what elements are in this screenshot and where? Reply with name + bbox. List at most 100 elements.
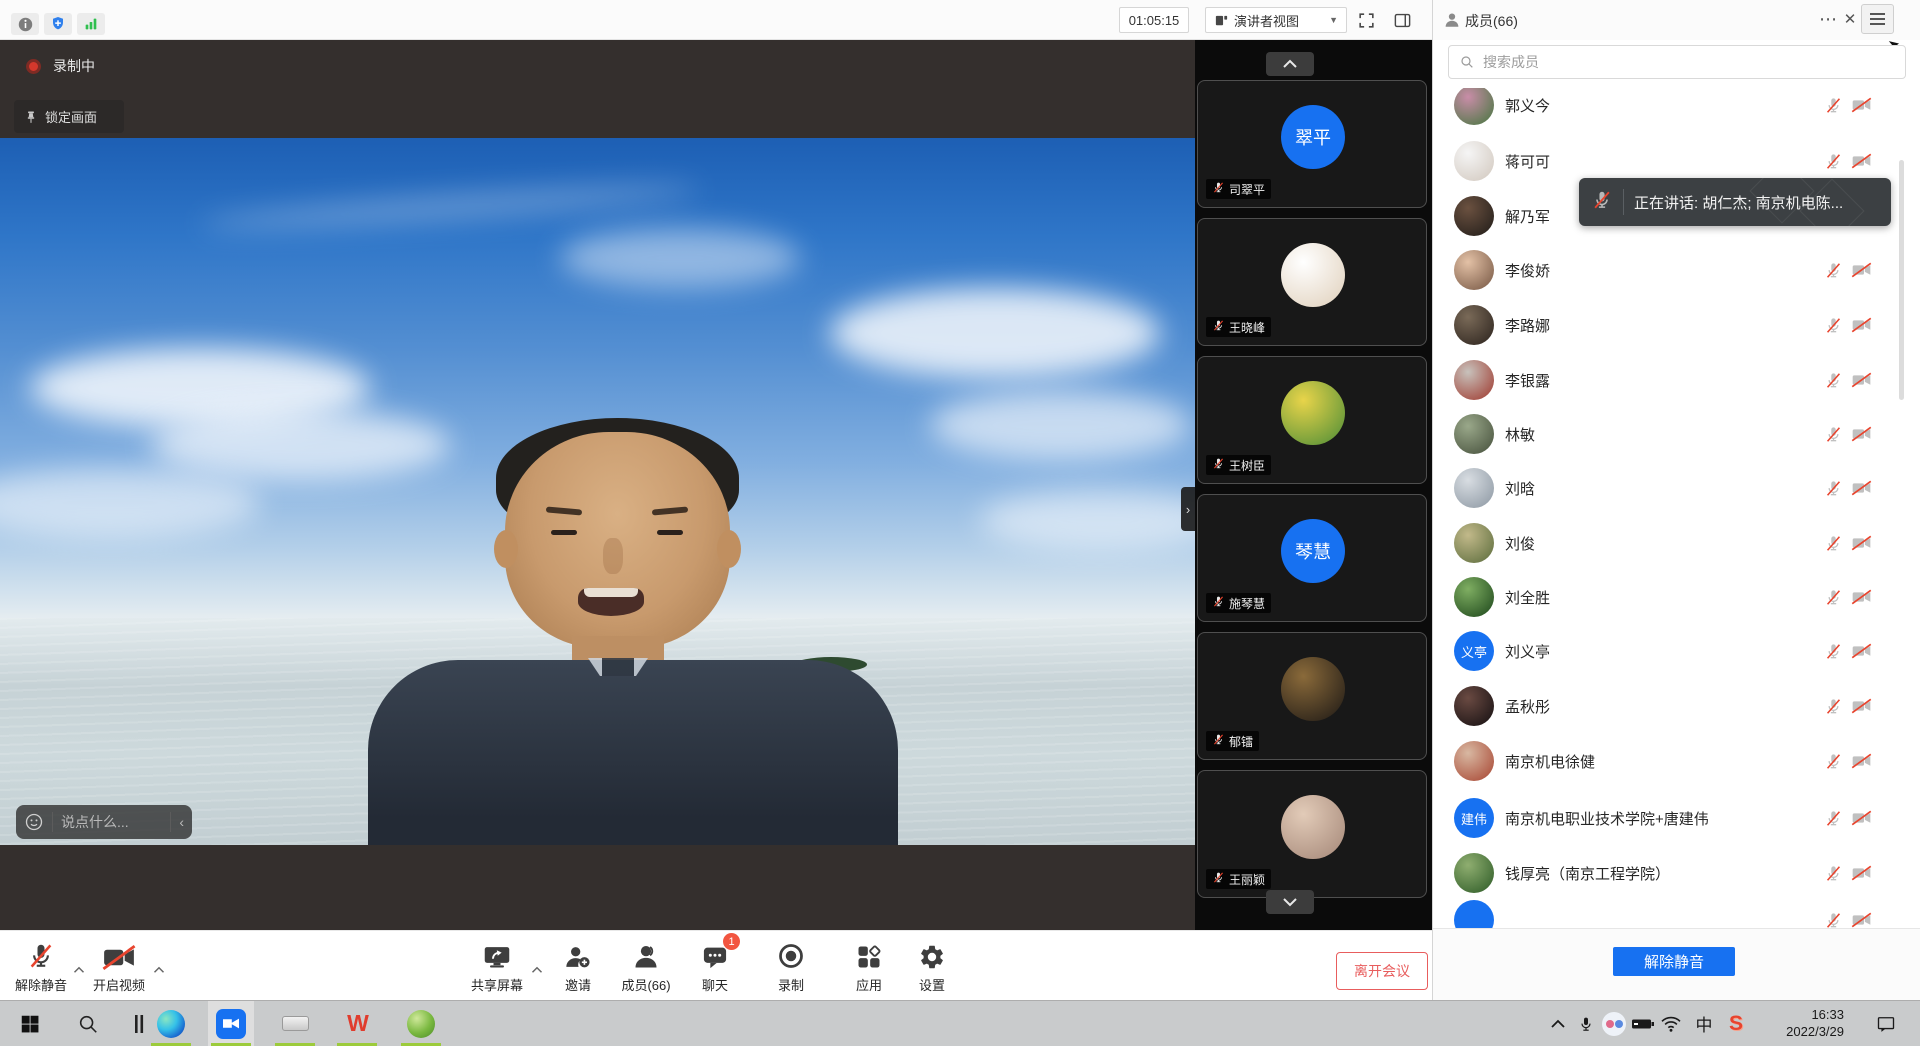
muted-mic-icon[interactable] [1824, 809, 1843, 833]
panel-toggle-icon[interactable] [1388, 8, 1416, 33]
network-signal-icon[interactable] [77, 13, 105, 35]
share-screen-icon [451, 937, 543, 971]
muted-camera-icon[interactable] [1851, 535, 1872, 556]
smiley-icon[interactable] [24, 812, 44, 832]
camera-options-chevron-icon[interactable] [153, 961, 165, 979]
muted-camera-icon[interactable] [1851, 865, 1872, 886]
muted-mic-icon[interactable] [1824, 425, 1843, 449]
action-center-icon[interactable] [1868, 1001, 1904, 1046]
muted-mic-icon[interactable] [1824, 152, 1843, 176]
member-row[interactable]: 义亭刘义亭 [1433, 624, 1920, 678]
muted-camera-icon[interactable] [1851, 480, 1872, 501]
settings-icon [886, 937, 978, 971]
info-icon[interactable] [11, 13, 39, 35]
view-mode-dropdown[interactable]: 演讲者视图 ▼ [1205, 7, 1347, 33]
member-row[interactable]: 南京机电徐健 [1433, 734, 1920, 788]
fullscreen-icon[interactable] [1352, 8, 1380, 33]
leave-meeting-button[interactable]: 离开会议 [1336, 952, 1428, 990]
muted-mic-icon[interactable] [1824, 316, 1843, 340]
muted-camera-icon[interactable] [1851, 912, 1872, 928]
member-row[interactable]: 钱厚亮（南京工程学院） [1433, 846, 1920, 900]
member-row[interactable]: 郭义今 [1433, 88, 1920, 132]
muted-mic-icon[interactable] [1824, 697, 1843, 721]
hidden-icons-chevron-icon[interactable] [1544, 1001, 1572, 1046]
member-row[interactable]: 李路娜 [1433, 298, 1920, 352]
muted-mic-icon[interactable] [1824, 96, 1843, 120]
toolbar-camera-button[interactable]: 开启视频 [73, 937, 165, 994]
sogou-icon[interactable]: S [1722, 1001, 1750, 1046]
toolbar-settings-button[interactable]: 设置 [886, 937, 978, 994]
muted-mic-icon[interactable] [1824, 864, 1843, 888]
microphone-icon[interactable] [1572, 1001, 1600, 1046]
lock-view-button[interactable]: 锁定画面 [14, 100, 124, 133]
toolbar-share-button[interactable]: 共享屏幕 [451, 937, 543, 994]
filmstrip-collapse-handle[interactable]: › [1181, 487, 1195, 531]
muted-mic-icon[interactable] [1824, 642, 1843, 666]
meeting-app-icon[interactable] [208, 1001, 254, 1046]
muted-mic-icon [1591, 189, 1613, 216]
muted-camera-icon[interactable] [1851, 643, 1872, 664]
muted-mic-icon[interactable] [1824, 371, 1843, 395]
unmute-all-button[interactable]: 解除静音 [1613, 947, 1735, 976]
muted-mic-icon[interactable] [1824, 588, 1843, 612]
muted-camera-icon[interactable] [1851, 426, 1872, 447]
quick-chat-bubble[interactable]: 说点什么... ‹ [16, 805, 192, 839]
close-icon[interactable]: ✕ [1839, 6, 1861, 32]
muted-camera-icon[interactable] [1851, 698, 1872, 719]
muted-mic-icon[interactable] [1824, 534, 1843, 558]
more-options-icon[interactable]: ⋯ [1817, 6, 1839, 32]
member-row[interactable]: 李俊娇 [1433, 243, 1920, 297]
muted-mic-icon[interactable] [1824, 752, 1843, 776]
participant-tile[interactable]: 翠平司翠平 [1197, 80, 1427, 208]
muted-camera-icon[interactable] [1851, 317, 1872, 338]
member-row[interactable] [1433, 893, 1920, 928]
toolbar-settings-label: 设置 [886, 975, 978, 994]
share-options-chevron-icon[interactable] [531, 961, 543, 979]
device-icon[interactable] [272, 1001, 318, 1046]
member-search-input[interactable] [1481, 53, 1895, 71]
hamburger-menu-icon[interactable] [1861, 4, 1894, 34]
recording-dot-icon [26, 59, 41, 74]
member-row[interactable]: 李银露 [1433, 353, 1920, 407]
search-icon[interactable] [65, 1001, 111, 1046]
muted-camera-icon[interactable] [1851, 753, 1872, 774]
avatar [1454, 523, 1494, 563]
muted-camera-icon[interactable] [1851, 153, 1872, 174]
muted-mic-icon[interactable] [1824, 261, 1843, 285]
recorder-sphere-icon[interactable] [398, 1001, 444, 1046]
muted-camera-icon[interactable] [1851, 589, 1872, 610]
muted-mic-icon[interactable] [1824, 911, 1843, 928]
participant-filmstrip: 翠平司翠平王晓峰王树臣琴慧施琴慧郁镭王丽颖 [1195, 40, 1432, 930]
muted-camera-icon[interactable] [1851, 810, 1872, 831]
member-row[interactable]: 刘全胜 [1433, 570, 1920, 624]
chat-input-placeholder[interactable]: 说点什么... [61, 812, 129, 832]
muted-camera-icon[interactable] [1851, 97, 1872, 118]
muted-mic-icon[interactable] [1824, 479, 1843, 503]
battery-icon[interactable] [1629, 1001, 1657, 1046]
shield-icon[interactable] [44, 13, 72, 35]
member-row[interactable]: 孟秋彤 [1433, 679, 1920, 733]
windows-start-icon[interactable] [7, 1001, 53, 1046]
participant-tile[interactable]: 王丽颖 [1197, 770, 1427, 898]
scrollbar[interactable] [1899, 160, 1904, 400]
wifi-icon[interactable] [1657, 1001, 1685, 1046]
member-row[interactable]: 建伟南京机电职业技术学院+唐建伟 [1433, 791, 1920, 845]
filmstrip-scroll-up-button[interactable] [1266, 52, 1314, 76]
member-row[interactable]: 刘晗 [1433, 461, 1920, 515]
member-row[interactable]: 林敏 [1433, 407, 1920, 461]
muted-camera-icon[interactable] [1851, 262, 1872, 283]
participant-tile[interactable]: 琴慧施琴慧 [1197, 494, 1427, 622]
filmstrip-scroll-down-button[interactable] [1266, 890, 1314, 914]
participant-tile[interactable]: 王晓峰 [1197, 218, 1427, 346]
member-search-box[interactable] [1448, 45, 1906, 79]
collapse-left-icon[interactable]: ‹ [179, 814, 184, 830]
people-icon[interactable] [1600, 1001, 1628, 1046]
taskbar-clock[interactable]: 16:33 2022/3/29 [1770, 1006, 1844, 1040]
participant-tile[interactable]: 王树臣 [1197, 356, 1427, 484]
wps-office-icon[interactable]: W [334, 1001, 380, 1046]
edge-browser-icon[interactable] [148, 1001, 194, 1046]
muted-camera-icon[interactable] [1851, 372, 1872, 393]
member-row[interactable]: 刘俊 [1433, 516, 1920, 570]
ime-icon[interactable]: 中 [1690, 1001, 1718, 1046]
participant-tile[interactable]: 郁镭 [1197, 632, 1427, 760]
